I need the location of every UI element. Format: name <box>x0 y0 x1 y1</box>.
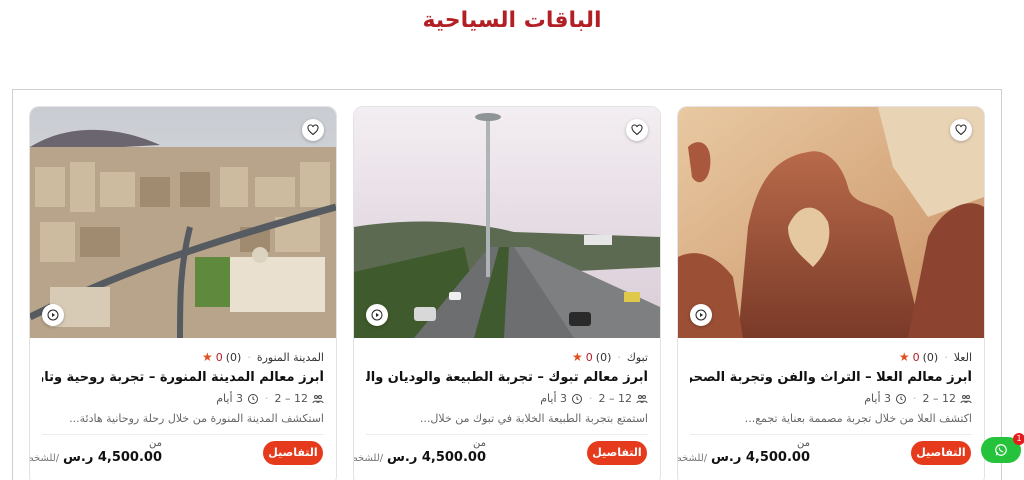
divider <box>690 434 972 435</box>
price-block: من 4,500.00 ر.س /للشخص <box>30 438 162 465</box>
package-card-madinah[interactable]: المدينة المنورة · (0) 0 ★ أبرز معالم الم… <box>29 106 337 480</box>
heart-icon <box>631 124 643 136</box>
package-card-tabuk[interactable]: تبوك · (0) 0 ★ أبرز معالم تبوك – تجربة ا… <box>353 106 661 480</box>
price-from-label: من <box>149 438 162 449</box>
details-button[interactable]: التفاصيل <box>587 441 647 465</box>
package-image[interactable] <box>678 107 984 338</box>
rating: (0) 0 ★ <box>899 350 938 364</box>
users-icon <box>312 394 324 403</box>
group-size: 12 – 2 <box>274 392 309 405</box>
package-description: استمتع بتجربة الطبيعة الخلابة في تبوك من… <box>419 412 648 425</box>
package-title[interactable]: أبرز معالم تبوك – تجربة الطبيعة والوديان… <box>366 370 648 385</box>
price-block: من 4,500.00 ر.س /للشخص <box>678 438 810 465</box>
duration: 3 أيام <box>216 392 243 405</box>
rating: (0) 0 ★ <box>202 350 241 364</box>
page-title: الباقات السياحية <box>422 8 602 33</box>
heart-icon <box>307 124 319 136</box>
details-button[interactable]: التفاصيل <box>911 441 971 465</box>
duration: 3 أيام <box>864 392 891 405</box>
price-per: /للشخص <box>30 453 60 464</box>
price-from-label: من <box>473 438 486 449</box>
divider <box>366 434 648 435</box>
group-size: 12 – 2 <box>922 392 957 405</box>
rating-count: (0) <box>225 350 242 364</box>
play-video-button[interactable] <box>690 304 712 326</box>
group-size: 12 – 2 <box>598 392 633 405</box>
package-description: استكشف المدينة المنورة من خلال رحلة روحا… <box>69 412 324 425</box>
duration: 3 أيام <box>540 392 567 405</box>
favorite-button[interactable] <box>950 119 972 141</box>
clock-icon <box>248 393 258 404</box>
package-card-alula[interactable]: العلا · (0) 0 ★ أبرز معالم العلا – الترا… <box>677 106 985 480</box>
price-from-label: من <box>797 438 810 449</box>
price-amount: 4,500.00 ر.س <box>710 450 810 465</box>
rating-value: 0 <box>912 350 920 364</box>
details-button[interactable]: التفاصيل <box>263 441 323 465</box>
play-icon <box>695 309 707 321</box>
rating-count: (0) <box>595 350 612 364</box>
package-title[interactable]: أبرز معالم العلا – التراث والفن وتجربة ا… <box>690 370 972 385</box>
package-title[interactable]: أبرز معالم المدينة المنورة – تجربة روحية… <box>42 370 324 385</box>
separator-dot: · <box>617 350 621 364</box>
location-label: تبوك <box>626 350 648 364</box>
divider <box>42 434 324 435</box>
package-image[interactable] <box>30 107 336 338</box>
heart-icon <box>955 124 967 136</box>
price-per: /للشخص <box>354 453 384 464</box>
rating-count: (0) <box>922 350 939 364</box>
price-amount: 4,500.00 ر.س <box>62 450 162 465</box>
price-amount: 4,500.00 ر.س <box>386 450 486 465</box>
star-icon: ★ <box>898 350 910 364</box>
play-icon <box>47 309 59 321</box>
users-icon <box>960 394 972 403</box>
clock-icon <box>572 393 582 404</box>
price-per: /للشخص <box>678 453 708 464</box>
rating-value: 0 <box>215 350 223 364</box>
package-description: اكتشف العلا من خلال تجربة مصممة بعناية ت… <box>744 412 972 425</box>
play-video-button[interactable] <box>366 304 388 326</box>
separator-dot: · <box>944 350 948 364</box>
play-icon <box>371 309 383 321</box>
price-block: من 4,500.00 ر.س /للشخص <box>354 438 486 465</box>
favorite-button[interactable] <box>626 119 648 141</box>
location-label: العلا <box>953 350 972 364</box>
rating-value: 0 <box>585 350 593 364</box>
notification-badge: 1 <box>1013 433 1024 445</box>
separator-dot: · <box>247 350 251 364</box>
rating: (0) 0 ★ <box>572 350 611 364</box>
clock-icon <box>896 393 906 404</box>
separator-dot: · <box>589 392 593 405</box>
package-image[interactable] <box>354 107 660 338</box>
star-icon: ★ <box>572 350 583 364</box>
favorite-button[interactable] <box>302 119 324 141</box>
separator-dot: · <box>265 392 269 405</box>
separator-dot: · <box>913 392 917 405</box>
whatsapp-icon <box>995 444 1007 456</box>
users-icon <box>636 394 648 403</box>
play-video-button[interactable] <box>42 304 64 326</box>
star-icon: ★ <box>201 350 213 364</box>
location-label: المدينة المنورة <box>256 350 324 364</box>
